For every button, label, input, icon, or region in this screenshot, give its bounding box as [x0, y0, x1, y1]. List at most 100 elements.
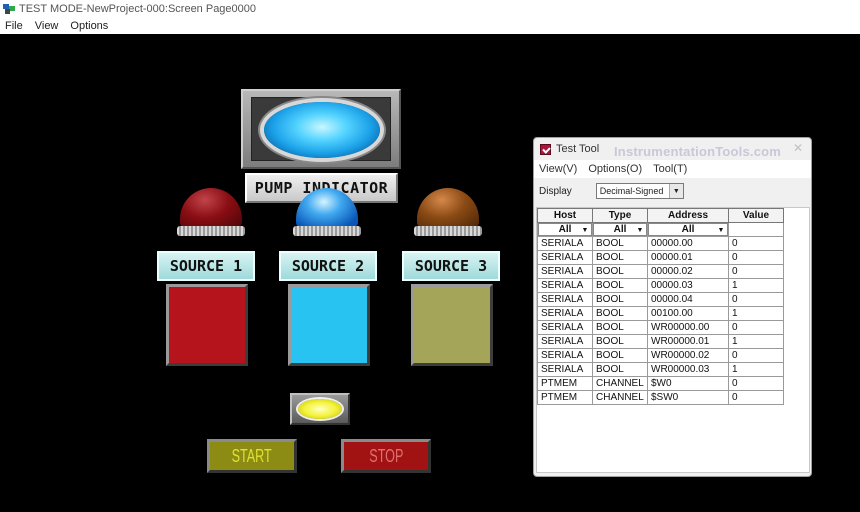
address-cell: $W0 — [647, 376, 729, 391]
table-row[interactable]: SERIALA BOOL WR00000.03 1 — [537, 362, 784, 377]
menu-tool-t[interactable]: Tool(T) — [653, 163, 687, 175]
title-bar: TEST MODE-NewProject-000:Screen Page0000 — [0, 0, 860, 18]
value-cell[interactable]: 0 — [728, 250, 784, 265]
column-header-address[interactable]: Address — [647, 208, 729, 223]
address-cell: $SW0 — [647, 390, 729, 405]
type-cell: BOOL — [592, 362, 648, 377]
host-cell: SERIALA — [537, 264, 593, 279]
pump-lamp-icon — [264, 102, 380, 158]
source-1-beacon-icon — [177, 188, 245, 238]
address-cell: 00100.00 — [647, 306, 729, 321]
value-cell[interactable]: 1 — [728, 334, 784, 349]
source-2-beacon-icon — [293, 188, 361, 238]
host-cell: SERIALA — [537, 278, 593, 293]
source-2-button[interactable] — [288, 284, 370, 366]
source-1-label: SOURCE 1 — [157, 251, 255, 281]
type-cell: BOOL — [592, 348, 648, 363]
source-1-button[interactable] — [166, 284, 248, 366]
address-cell: WR00000.03 — [647, 362, 729, 377]
table-row[interactable]: SERIALA BOOL 00000.04 0 — [537, 292, 784, 307]
value-cell[interactable]: 0 — [728, 236, 784, 251]
table-row[interactable]: SERIALA BOOL 00100.00 1 — [537, 306, 784, 321]
value-cell[interactable]: 0 — [728, 376, 784, 391]
display-format-select[interactable]: Decimal-Signed ▼ — [595, 183, 684, 199]
host-cell: SERIALA — [537, 236, 593, 251]
test-tool-titlebar: Test Tool InstrumentationTools.com ✕ — [534, 138, 811, 160]
value-cell[interactable]: 1 — [728, 278, 784, 293]
value-cell[interactable]: 0 — [728, 390, 784, 405]
host-cell: SERIALA — [537, 306, 593, 321]
address-cell: 00000.03 — [647, 278, 729, 293]
value-cell[interactable]: 0 — [728, 264, 784, 279]
address-cell: WR00000.02 — [647, 348, 729, 363]
value-cell[interactable]: 1 — [728, 362, 784, 377]
type-cell: BOOL — [592, 334, 648, 349]
table-row[interactable]: SERIALA BOOL 00000.01 0 — [537, 250, 784, 265]
address-filter-value: All — [681, 224, 695, 235]
value-cell[interactable]: 0 — [728, 320, 784, 335]
type-cell: BOOL — [592, 292, 648, 307]
type-cell: BOOL — [592, 306, 648, 321]
address-cell: WR00000.01 — [647, 334, 729, 349]
source-2-label: SOURCE 2 — [279, 251, 377, 281]
table-row[interactable]: PTMEM CHANNEL $SW0 0 — [537, 390, 784, 405]
menu-file[interactable]: File — [5, 20, 23, 32]
address-cell: 00000.02 — [647, 264, 729, 279]
table-row[interactable]: SERIALA BOOL WR00000.01 1 — [537, 334, 784, 349]
table-row[interactable]: SERIALA BOOL 00000.00 0 — [537, 236, 784, 251]
table-row[interactable]: PTMEM CHANNEL $W0 0 — [537, 376, 784, 391]
menu-view[interactable]: View — [35, 20, 59, 32]
address-cell: WR00000.00 — [647, 320, 729, 335]
menu-options-o[interactable]: Options(O) — [588, 163, 642, 175]
app-window: TEST MODE-NewProject-000:Screen Page0000… — [0, 0, 860, 512]
close-icon[interactable]: ✕ — [793, 141, 803, 155]
host-cell: SERIALA — [537, 362, 593, 377]
pump-indicator-lamp — [241, 89, 401, 169]
chevron-down-icon[interactable]: ▼ — [580, 225, 590, 235]
host-cell: SERIALA — [537, 320, 593, 335]
test-tool-window: Test Tool InstrumentationTools.com ✕ Vie… — [533, 137, 812, 477]
test-tool-menu: View(V) Options(O) Tool(T) — [534, 160, 811, 178]
table-row[interactable]: SERIALA BOOL WR00000.00 0 — [537, 320, 784, 335]
value-cell[interactable]: 0 — [728, 292, 784, 307]
value-filter-cell — [728, 222, 784, 237]
host-filter-select[interactable]: All ▼ — [538, 223, 592, 236]
chevron-down-icon[interactable]: ▼ — [716, 225, 726, 235]
type-cell: BOOL — [592, 264, 648, 279]
host-cell: SERIALA — [537, 334, 593, 349]
address-cell: 00000.00 — [647, 236, 729, 251]
type-cell: CHANNEL — [592, 376, 648, 391]
host-cell: PTMEM — [537, 390, 593, 405]
run-status-lamp — [290, 393, 350, 425]
column-header-value[interactable]: Value — [728, 208, 784, 223]
start-button-label: START — [231, 445, 273, 466]
filter-row: All ▼ All ▼ All ▼ — [537, 222, 784, 237]
status-lamp-icon — [298, 399, 342, 419]
table-row[interactable]: SERIALA BOOL 00000.03 1 — [537, 278, 784, 293]
table-row[interactable]: SERIALA BOOL 00000.02 0 — [537, 264, 784, 279]
column-header-host[interactable]: Host — [537, 208, 593, 223]
stop-button-label: STOP — [368, 445, 404, 466]
start-button[interactable]: START — [207, 439, 297, 473]
column-header-type[interactable]: Type — [592, 208, 648, 223]
type-cell: BOOL — [592, 278, 648, 293]
type-cell: BOOL — [592, 320, 648, 335]
menu-view-v[interactable]: View(V) — [539, 163, 577, 175]
source-3-button[interactable] — [411, 284, 493, 366]
display-format-value: Decimal-Signed — [599, 186, 664, 196]
host-cell: SERIALA — [537, 292, 593, 307]
type-filter-select[interactable]: All ▼ — [593, 223, 647, 236]
menu-options[interactable]: Options — [70, 20, 108, 32]
type-cell: CHANNEL — [592, 390, 648, 405]
chevron-down-icon[interactable]: ▼ — [668, 184, 683, 198]
type-cell: BOOL — [592, 250, 648, 265]
chevron-down-icon[interactable]: ▼ — [635, 225, 645, 235]
address-filter-select[interactable]: All ▼ — [648, 223, 728, 236]
table-row[interactable]: SERIALA BOOL WR00000.02 0 — [537, 348, 784, 363]
display-row: Display Decimal-Signed ▼ — [534, 178, 811, 204]
stop-button[interactable]: STOP — [341, 439, 431, 473]
value-cell[interactable]: 1 — [728, 306, 784, 321]
app-icon — [3, 4, 15, 14]
value-cell[interactable]: 0 — [728, 348, 784, 363]
host-cell: SERIALA — [537, 348, 593, 363]
